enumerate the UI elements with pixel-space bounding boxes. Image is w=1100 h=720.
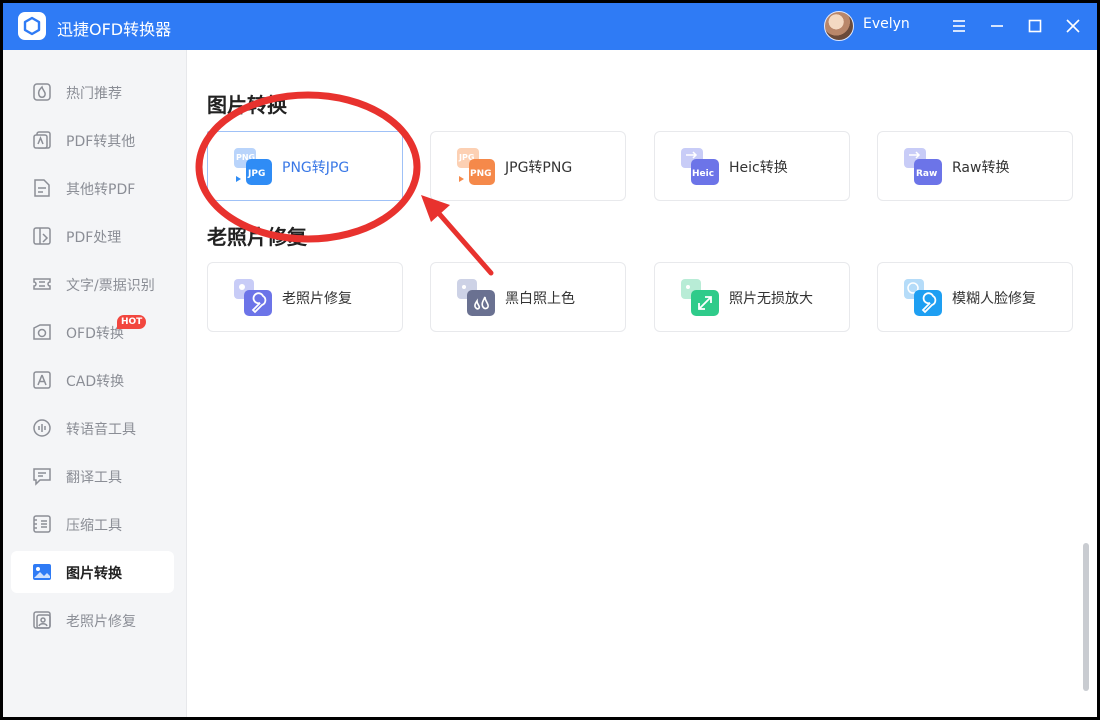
app-window: 迅捷OFD转换器 Evelyn 热门推荐 PDF转其他 其他转PDF PDF处理… — [3, 3, 1097, 717]
card-label: Heic转换 — [729, 160, 788, 176]
user-avatar[interactable] — [824, 11, 854, 41]
wrench-icon — [234, 279, 272, 316]
card-jpg-to-png[interactable]: JPG PNG JPG转PNG — [430, 131, 626, 201]
sidebar-item-voice[interactable]: 转语音工具 — [11, 407, 174, 449]
svg-text:Raw: Raw — [916, 169, 937, 179]
sidebar-item-label: 文字/票据识别 — [66, 278, 155, 294]
png-to-jpg-icon: PNG JPG — [234, 148, 272, 185]
card-label: 照片无损放大 — [729, 291, 813, 307]
sidebar-item-hot[interactable]: 热门推荐 — [11, 71, 174, 113]
svg-text:PNG: PNG — [470, 169, 492, 179]
sidebar-item-label: CAD转换 — [66, 374, 125, 390]
sidebar-item-photo-repair[interactable]: 老照片修复 — [11, 599, 174, 641]
card-old-photo-repair[interactable]: 老照片修复 — [207, 262, 403, 332]
raw-convert-icon: Raw — [904, 148, 942, 185]
image-icon — [33, 564, 51, 580]
maximize-icon[interactable] — [1024, 15, 1046, 37]
translate-icon — [33, 468, 51, 486]
sidebar-item-pdf-process[interactable]: PDF处理 — [11, 215, 174, 257]
app-logo-icon — [18, 12, 46, 40]
username[interactable]: Evelyn — [863, 16, 910, 32]
sidebar-item-ocr[interactable]: 文字/票据识别 — [11, 263, 174, 305]
menu-icon[interactable] — [948, 15, 970, 37]
minimize-icon[interactable] — [986, 15, 1008, 37]
other-to-pdf-icon — [34, 179, 50, 197]
voice-icon — [33, 419, 51, 437]
ofd-icon — [33, 324, 51, 340]
sidebar-item-cad[interactable]: CAD转换 — [11, 359, 174, 401]
sidebar-item-label: 其他转PDF — [66, 182, 136, 198]
sidebar-item-label: PDF转其他 — [66, 134, 136, 150]
hot-badge: HOT — [117, 315, 147, 329]
cad-icon — [33, 371, 51, 389]
sidebar-item-label: OFD转换 — [66, 326, 124, 342]
sidebar-item-label: 翻译工具 — [66, 470, 122, 486]
sidebar-item-label: 压缩工具 — [66, 518, 122, 534]
app-title: 迅捷OFD转换器 — [57, 20, 172, 39]
wrench-icon — [904, 279, 942, 316]
section-title-photo-repair: 老照片修复 — [207, 225, 307, 249]
sidebar-item-label: 转语音工具 — [66, 422, 136, 438]
drops-icon — [457, 279, 495, 316]
svg-text:JPG: JPG — [247, 169, 265, 179]
sidebar-item-label: 热门推荐 — [66, 86, 122, 102]
card-heic-convert[interactable]: Heic Heic转换 — [654, 131, 850, 201]
sidebar-item-label: PDF处理 — [66, 230, 122, 246]
sidebar-item-compress[interactable]: 压缩工具 — [11, 503, 174, 545]
heic-convert-icon: Heic — [681, 148, 719, 185]
sidebar-item-image-convert[interactable]: 图片转换 — [11, 551, 174, 593]
hot-icon — [33, 83, 51, 101]
sidebar-item-label: 老照片修复 — [66, 614, 136, 630]
card-label: 模糊人脸修复 — [952, 291, 1036, 307]
card-label: 黑白照上色 — [505, 291, 575, 307]
card-lossless-enlarge[interactable]: 照片无损放大 — [654, 262, 850, 332]
pdf-to-other-icon — [33, 131, 51, 149]
card-label: PNG转JPG — [282, 160, 350, 176]
card-png-to-jpg[interactable]: PNG JPG PNG转JPG — [207, 131, 403, 201]
close-icon[interactable] — [1062, 15, 1084, 37]
svg-text:Heic: Heic — [692, 169, 714, 179]
pdf-process-icon — [33, 227, 51, 245]
card-label: Raw转换 — [952, 160, 1010, 176]
jpg-to-png-icon: JPG PNG — [457, 148, 495, 185]
sidebar-item-translate[interactable]: 翻译工具 — [11, 455, 174, 497]
card-face-repair[interactable]: 模糊人脸修复 — [877, 262, 1073, 332]
sidebar-item-other-to-pdf[interactable]: 其他转PDF — [11, 167, 174, 209]
scrollbar[interactable] — [1083, 543, 1089, 691]
compress-icon — [33, 515, 51, 533]
sidebar-item-ofd[interactable]: OFD转换 HOT — [11, 311, 174, 353]
sidebar-item-label: 图片转换 — [66, 566, 122, 582]
card-label: 老照片修复 — [282, 291, 352, 307]
title-bar: 迅捷OFD转换器 Evelyn — [3, 3, 1097, 50]
expand-icon — [681, 279, 719, 316]
sidebar: 热门推荐 PDF转其他 其他转PDF PDF处理 文字/票据识别 OFD转换 H… — [3, 50, 187, 717]
ocr-icon — [33, 278, 51, 290]
sidebar-item-pdf-to-other[interactable]: PDF转其他 — [11, 119, 174, 161]
section-title-image-convert: 图片转换 — [207, 93, 287, 117]
card-raw-convert[interactable]: Raw Raw转换 — [877, 131, 1073, 201]
card-label: JPG转PNG — [505, 160, 573, 176]
photo-repair-icon — [33, 611, 51, 629]
card-colorize[interactable]: 黑白照上色 — [430, 262, 626, 332]
